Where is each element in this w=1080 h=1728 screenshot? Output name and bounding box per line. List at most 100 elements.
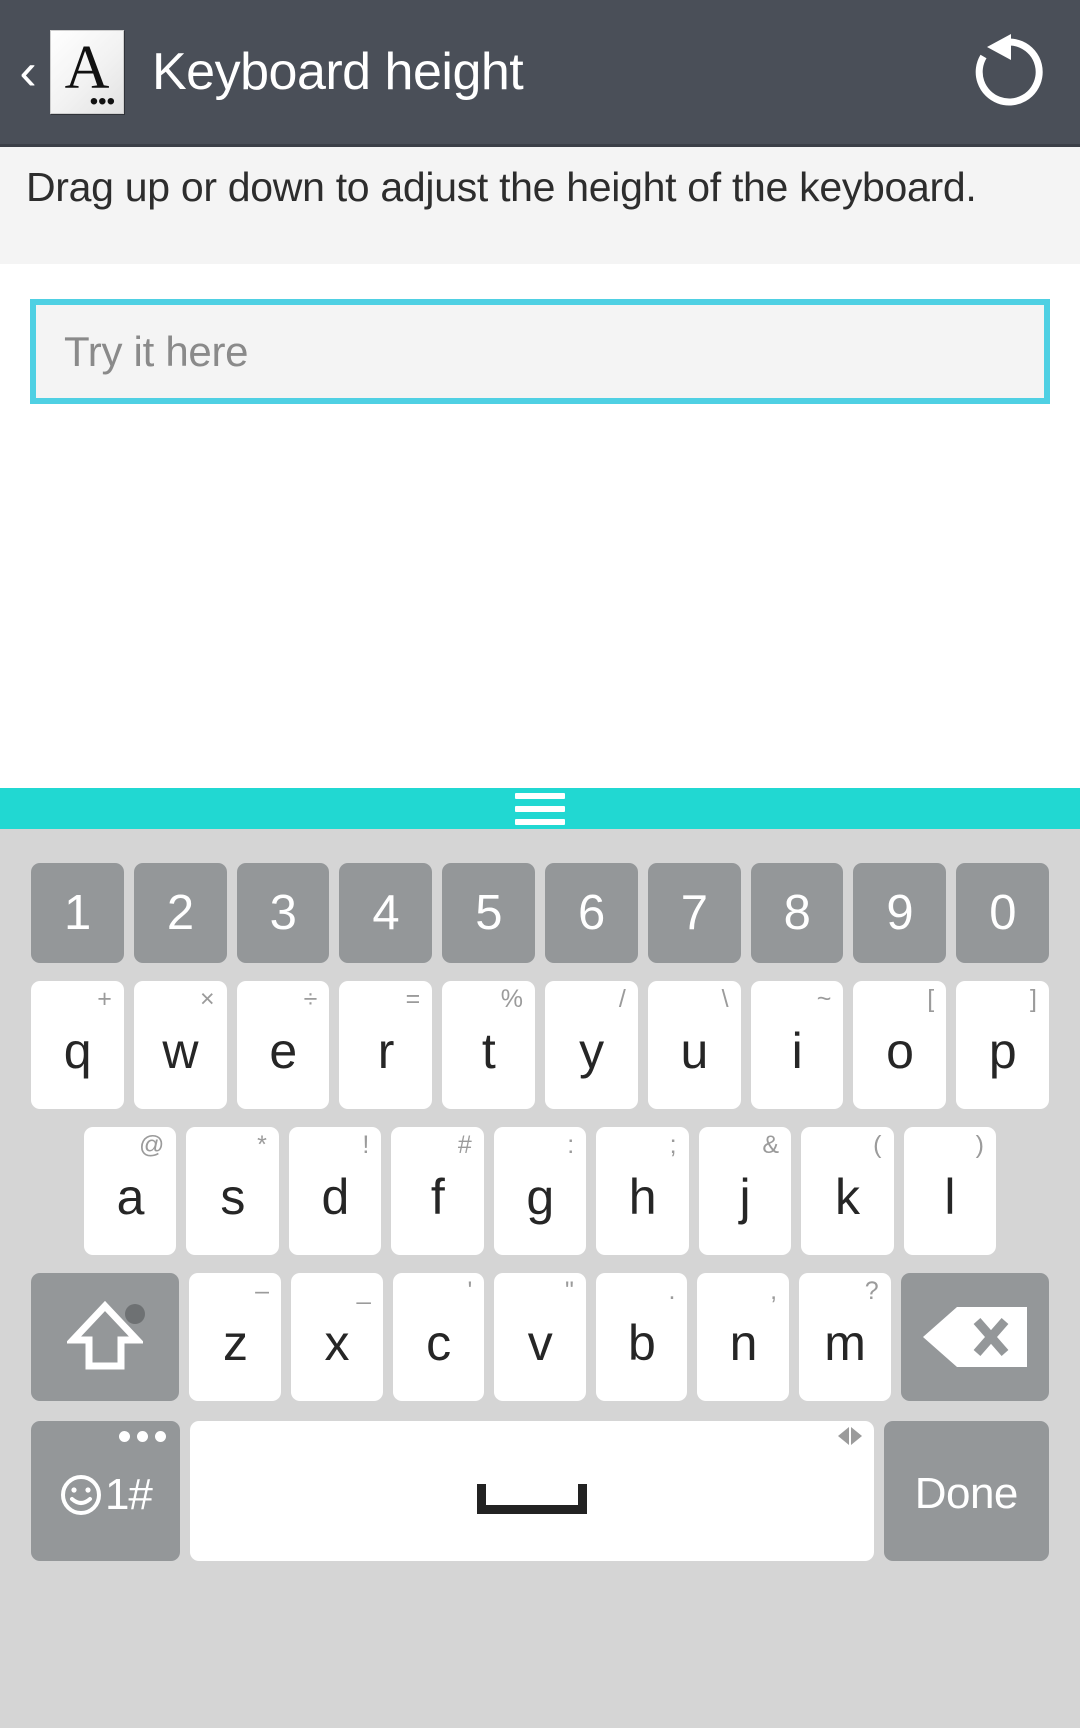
key-8[interactable]: 8 — [750, 863, 844, 963]
key-f[interactable]: # f — [391, 1127, 484, 1255]
key-0[interactable]: 0 — [956, 863, 1049, 963]
space-key[interactable] — [189, 1421, 874, 1561]
key-v[interactable]: " v — [494, 1273, 586, 1401]
key-label: w — [162, 1023, 198, 1079]
keyboard-row-asdf: @ a * s ! d # f :g ; h & j (k ) l — [0, 1109, 1080, 1255]
key-s[interactable]: * s — [186, 1127, 279, 1255]
key-label: 7 — [680, 885, 708, 940]
key-label: 0 — [989, 885, 1016, 940]
key-label: 4 — [372, 885, 400, 940]
key-label: o — [886, 1023, 914, 1079]
key-q[interactable]: + q — [31, 981, 124, 1109]
try-it-placeholder: Try it here — [64, 327, 249, 375]
instruction-text: Drag up or down to adjust the height of … — [26, 164, 977, 210]
key-alt-label: \ — [721, 985, 729, 1013]
key-alt-label: & — [762, 1131, 780, 1159]
key-x[interactable]: _ x — [291, 1273, 383, 1401]
key-d[interactable]: ! d — [288, 1127, 382, 1255]
key-y[interactable]: / y — [544, 981, 638, 1109]
key-label: t — [481, 1023, 496, 1079]
key-t[interactable]: % t — [442, 981, 535, 1109]
key-label: h — [628, 1169, 657, 1225]
key-label: p — [988, 1023, 1017, 1079]
key-label: m — [824, 1315, 866, 1371]
key-r[interactable]: = r — [339, 981, 433, 1109]
key-7[interactable]: 7 — [647, 863, 741, 963]
key-label: 3 — [269, 885, 297, 940]
key-label: 1 — [64, 885, 91, 940]
key-alt-label: [ — [927, 985, 935, 1013]
key-label: f — [430, 1169, 445, 1225]
key-alt-label: / — [618, 985, 626, 1013]
page-title: Keyboard height — [152, 43, 524, 101]
symbols-emoji-key[interactable]: 1# — [31, 1421, 180, 1561]
keyboard-row-space: 1# Done — [0, 1401, 1080, 1561]
instruction-panel: Drag up or down to adjust the height of … — [0, 144, 1080, 264]
key-label: g — [526, 1169, 554, 1225]
key-label: u — [680, 1023, 709, 1079]
key-1[interactable]: 1 — [31, 863, 124, 963]
key-2[interactable]: 2 — [133, 863, 227, 963]
key-alt-label: , — [770, 1277, 778, 1305]
key-o[interactable]: [o — [853, 981, 947, 1109]
key-6[interactable]: 6 — [544, 863, 638, 963]
key-alt-label: × — [199, 985, 215, 1013]
key-i[interactable]: ~ i — [750, 981, 844, 1109]
key-3[interactable]: 3 — [236, 863, 330, 963]
done-key-label: Done — [914, 1469, 1019, 1518]
key-label: e — [269, 1023, 297, 1079]
key-a[interactable]: @ a — [84, 1127, 177, 1255]
key-alt-label: ? — [864, 1277, 879, 1305]
key-alt-label: ] — [1030, 985, 1037, 1013]
try-it-input[interactable]: Try it here — [30, 299, 1050, 404]
key-j[interactable]: & j — [698, 1127, 792, 1255]
title-bar: ‹ A ••• Keyboard height — [0, 0, 1080, 144]
key-z[interactable]: – z — [189, 1273, 281, 1401]
key-9[interactable]: 9 — [853, 863, 947, 963]
key-alt-label: ' — [467, 1277, 473, 1305]
keyboard-resize-handle[interactable] — [0, 788, 1080, 829]
key-alt-label: ( — [873, 1131, 882, 1159]
key-alt-label: : — [567, 1131, 575, 1159]
shift-key[interactable] — [31, 1273, 180, 1401]
key-n[interactable]: ,n — [697, 1273, 790, 1401]
key-g[interactable]: :g — [493, 1127, 587, 1255]
key-b[interactable]: .b — [595, 1273, 688, 1401]
key-k[interactable]: (k — [801, 1127, 894, 1255]
key-l[interactable]: ) l — [903, 1127, 996, 1255]
key-label: b — [627, 1315, 656, 1371]
symbols-key-label: 1# — [104, 1470, 153, 1519]
key-alt-label: ! — [362, 1131, 370, 1159]
keyboard-row-qwerty: + q × w ÷ e = r % t / y \ u ~ i [o ] p — [0, 963, 1080, 1109]
key-label: i — [791, 1023, 803, 1079]
key-label: x — [324, 1315, 350, 1371]
done-key[interactable]: Done — [883, 1421, 1050, 1561]
left-right-arrows-icon — [837, 1427, 862, 1445]
key-label: z — [222, 1315, 248, 1371]
key-u[interactable]: \ u — [647, 981, 741, 1109]
key-alt-label: ~ — [816, 985, 832, 1013]
key-alt-label: # — [457, 1131, 472, 1159]
key-4[interactable]: 4 — [339, 863, 433, 963]
key-label: 8 — [783, 885, 811, 940]
keyboard-row-zxcv: – z _ x ' c " v .b ,n ? m — [0, 1255, 1080, 1401]
key-m[interactable]: ? m — [799, 1273, 891, 1401]
key-w[interactable]: × w — [133, 981, 227, 1109]
key-alt-label: ) — [975, 1131, 984, 1159]
backspace-key[interactable] — [900, 1273, 1050, 1401]
back-button[interactable]: ‹ — [8, 46, 48, 98]
key-alt-label: _ — [356, 1277, 371, 1305]
key-p[interactable]: ] p — [956, 981, 1049, 1109]
smiley-face-icon — [60, 1475, 101, 1515]
key-alt-label: @ — [139, 1131, 165, 1159]
key-label: a — [116, 1169, 145, 1225]
key-e[interactable]: ÷ e — [236, 981, 330, 1109]
drag-handle-icon — [515, 792, 565, 825]
reset-button[interactable] — [964, 27, 1054, 117]
key-alt-label: ÷ — [303, 985, 318, 1013]
key-c[interactable]: ' c — [392, 1273, 485, 1401]
key-label: 5 — [475, 885, 502, 940]
app-icon-dots: ••• — [89, 88, 115, 115]
key-h[interactable]: ; h — [596, 1127, 689, 1255]
key-5[interactable]: 5 — [442, 863, 535, 963]
